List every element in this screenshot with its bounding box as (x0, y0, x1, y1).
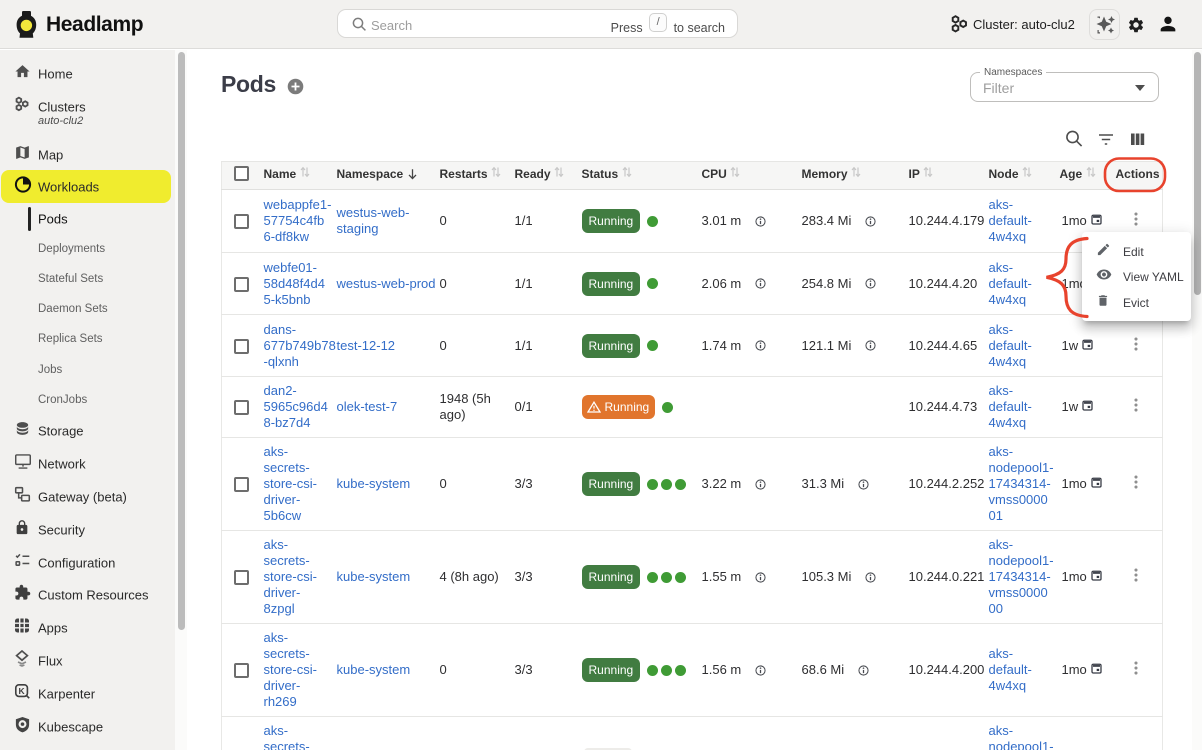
svg-text:K: K (19, 686, 26, 696)
